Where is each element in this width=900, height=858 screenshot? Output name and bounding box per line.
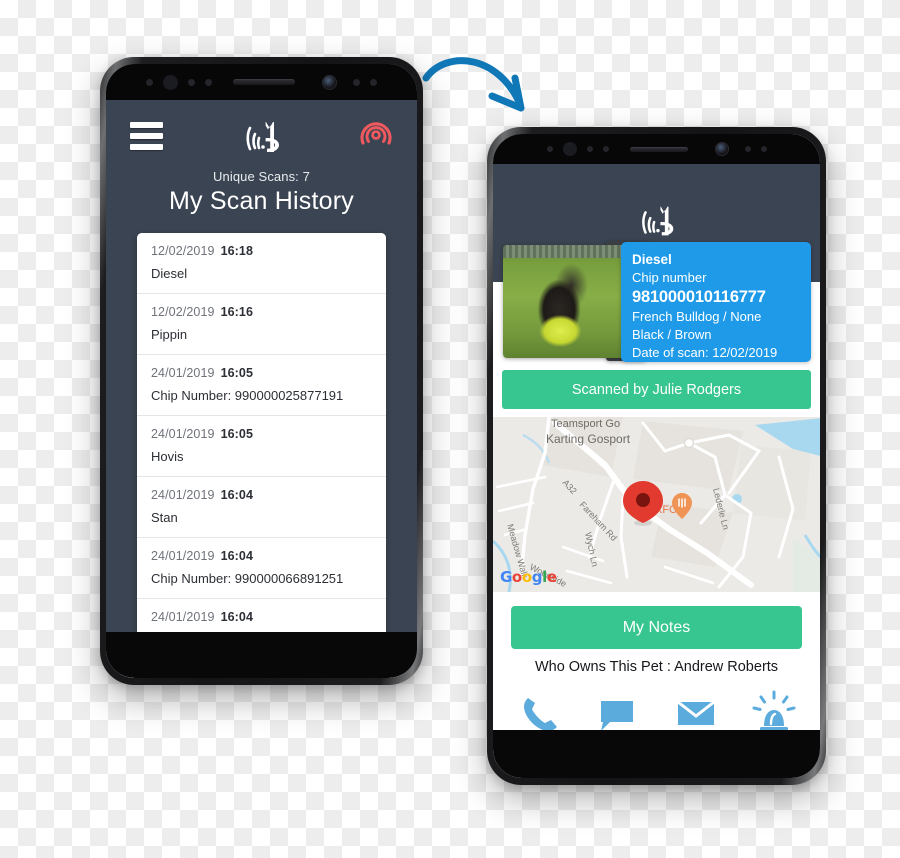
my-notes-button[interactable]: My Notes: [511, 606, 802, 649]
scan-label: Stan: [151, 510, 178, 525]
phone-sensor-bar: [493, 134, 820, 164]
phone-bottom-bezel: [493, 730, 820, 778]
earpiece-speaker: [233, 79, 295, 85]
scan-label: Pippin: [151, 327, 188, 342]
proximity-sensor-icon: [163, 74, 178, 90]
left-phone-device: Unique Scans: 7 My Scan History 12/02/20…: [100, 57, 423, 685]
chat-bubble-icon[interactable]: [593, 691, 641, 735]
scan-date: 24/01/2019: [151, 549, 215, 563]
scan-time: 16:04: [220, 610, 254, 624]
hamburger-menu-icon[interactable]: [130, 122, 163, 150]
pet-owner-line: Who Owns This Pet : Andrew Roberts: [534, 659, 779, 675]
sensor-dot: [353, 78, 360, 86]
list-item[interactable]: 24/01/2019 16:04 Chip Number: 99000006689…: [137, 538, 386, 599]
google-letter: o: [511, 568, 522, 586]
scan-time: 16:04: [220, 549, 254, 563]
scan-date: 24/01/2019: [151, 427, 215, 441]
phone-sensor-bar: [106, 64, 417, 100]
chip-number-label: Chip number: [632, 270, 707, 286]
scan-date: 24/01/2019: [151, 610, 215, 624]
list-item[interactable]: 24/01/2019 16:04 Stan: [137, 477, 386, 538]
sensor-dot: [370, 78, 377, 86]
list-item[interactable]: 12/02/2019 16:16 Pippin: [137, 294, 386, 355]
proximity-sensor-icon: [562, 142, 577, 156]
scan-label: Hovis: [151, 449, 184, 464]
scan-date: 24/01/2019: [151, 366, 215, 380]
pet-colour: Black / Brown: [632, 327, 712, 343]
map-label: Karting Gosport: [546, 432, 631, 446]
pet-breed: French Bulldog / None: [632, 309, 762, 325]
scan-date: 24/01/2019: [151, 488, 215, 502]
scan-timestamp: 12/02/2019 16:18: [151, 244, 372, 258]
front-camera-icon: [715, 143, 728, 155]
scan-date-line: Date of scan: 12/02/2019: [632, 345, 778, 361]
scan-label: Chip Number: 990000025877191: [151, 388, 344, 403]
scanned-by-banner[interactable]: Scanned by Julie Rodgers: [502, 370, 811, 409]
sensor-dot: [546, 146, 553, 152]
scan-history-list: 12/02/2019 16:18 Diesel 12/02/2019 16:16 P…: [137, 233, 386, 659]
scan-timestamp: 24/01/2019 16:05: [151, 427, 372, 441]
google-letter: e: [546, 568, 557, 586]
phone-bottom-bezel: [106, 632, 417, 678]
map-label: Teamsport Go: [551, 418, 620, 430]
scan-time: 16:18: [220, 244, 254, 258]
earpiece-speaker: [629, 146, 688, 152]
sensor-dot: [602, 146, 609, 152]
google-letter: g: [531, 568, 543, 586]
right-phone-screen: Diesel Chip number 981000010116777 Frenc…: [493, 134, 820, 778]
google-letter: G: [500, 568, 512, 586]
sensor-dot: [188, 78, 195, 86]
unique-scans-count: Unique Scans: 7: [213, 169, 310, 184]
sensor-dot: [744, 146, 751, 152]
envelope-icon[interactable]: [672, 691, 720, 735]
scan-time: 16:04: [220, 488, 254, 502]
radar-scan-icon[interactable]: [359, 118, 393, 152]
scan-history-header: Unique Scans: 7 My Scan History: [106, 100, 417, 228]
scan-timestamp: 24/01/2019 16:05: [151, 366, 372, 380]
list-item[interactable]: 24/01/2019 16:05 Hovis: [137, 416, 386, 477]
pet-name: Diesel: [632, 252, 672, 267]
chip-number-value: 981000010116777: [632, 287, 766, 306]
scan-timestamp: 12/02/2019 16:16: [151, 305, 372, 319]
scan-time: 16:16: [220, 305, 254, 319]
scan-time: 16:05: [220, 366, 254, 380]
left-phone-screen: Unique Scans: 7 My Scan History 12/02/20…: [106, 64, 417, 678]
pet-info-card: Diesel Chip number 981000010116777 Frenc…: [621, 242, 811, 362]
petscanner-paw-logo-icon: [245, 122, 279, 152]
petscanner-paw-logo-icon: [641, 206, 673, 236]
scan-timestamp: 24/01/2019 16:04: [151, 549, 372, 563]
screenshot-stage: Unique Scans: 7 My Scan History 12/02/20…: [0, 0, 900, 858]
sensor-dot: [760, 146, 767, 152]
scan-label: Chip Number: 990000066891251: [151, 571, 344, 586]
page-title: My Scan History: [169, 187, 354, 215]
sensor-dot: [586, 146, 593, 152]
scan-timestamp: 24/01/2019 16:04: [151, 488, 372, 502]
front-camera-icon: [323, 75, 336, 89]
sensor-dot: [146, 78, 153, 86]
scan-time: 16:05: [220, 427, 254, 441]
scan-date: 12/02/2019: [151, 305, 215, 319]
sensor-dot: [205, 78, 212, 86]
google-letter: o: [521, 568, 532, 586]
scan-date: 12/02/2019: [151, 244, 215, 258]
list-item[interactable]: 24/01/2019 16:05 Chip Number: 99000002587…: [137, 355, 386, 416]
right-phone-device: Diesel Chip number 981000010116777 Frenc…: [487, 127, 826, 785]
list-item[interactable]: 12/02/2019 16:18 Diesel: [137, 233, 386, 294]
scan-location-map[interactable]: Teamsport Go Karting Gosport A32 Fareham…: [493, 417, 820, 592]
phone-icon[interactable]: [515, 691, 563, 735]
pet-photo-thumbnail[interactable]: [503, 245, 625, 358]
pet-summary-strip: Diesel Chip number 981000010116777 Frenc…: [493, 239, 820, 364]
google-attribution: Google: [500, 568, 557, 586]
scan-timestamp: 24/01/2019 16:04: [151, 610, 372, 624]
scan-label: Diesel: [151, 266, 188, 281]
